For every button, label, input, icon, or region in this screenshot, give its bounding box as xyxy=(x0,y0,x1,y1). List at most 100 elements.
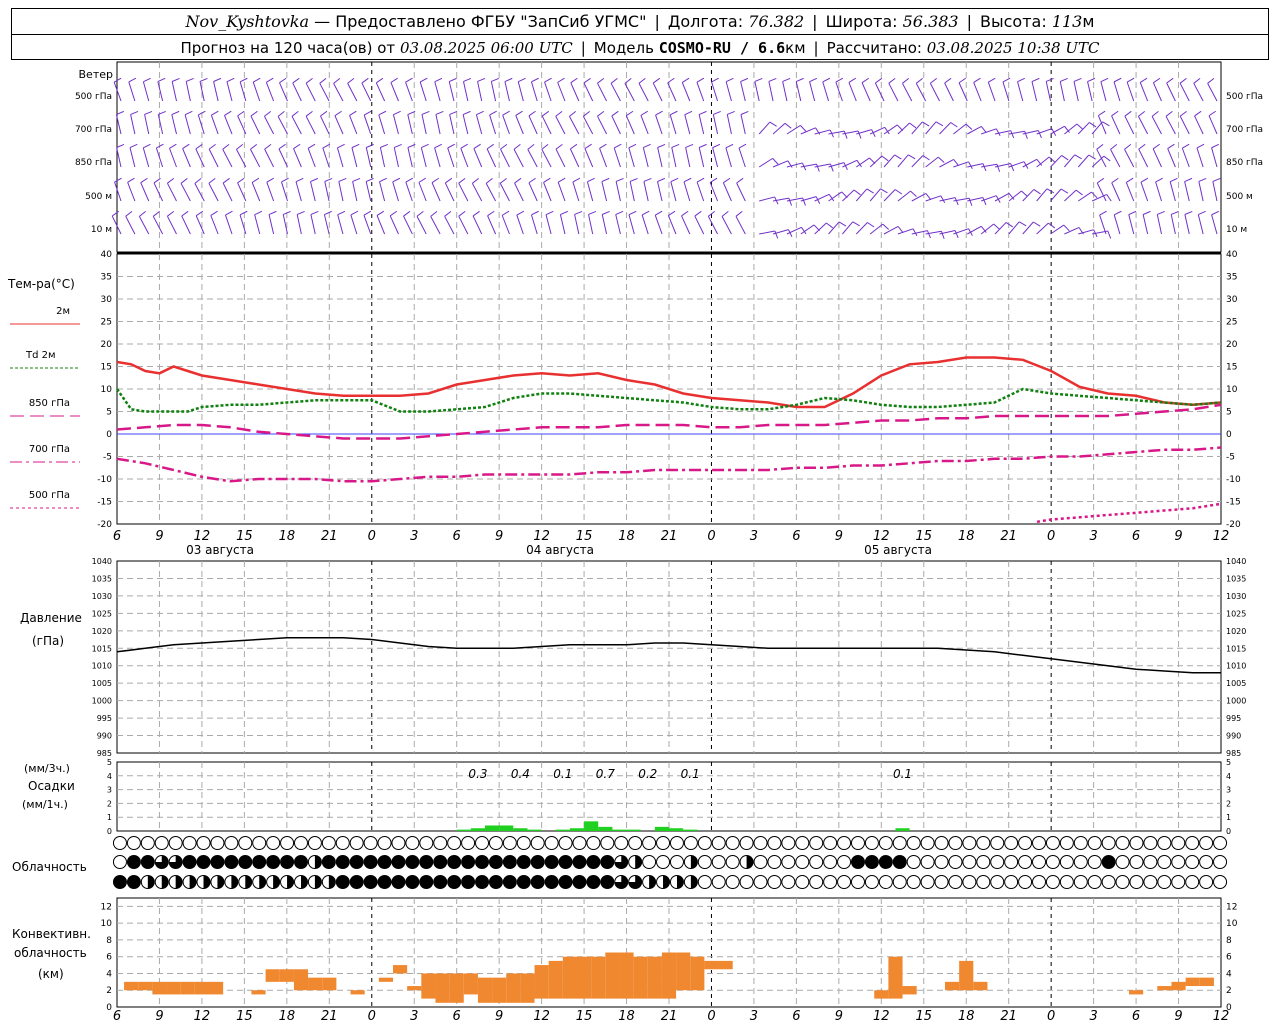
wind-barb-shaft xyxy=(194,183,205,202)
conv-bar xyxy=(577,956,592,999)
cloud-circle xyxy=(711,855,726,869)
wind-barb-flag xyxy=(1169,177,1178,183)
wind-barb-flag xyxy=(973,77,981,83)
temp-tick-left: 5 xyxy=(106,408,112,418)
cloud-circle xyxy=(600,836,615,850)
cloud-fill-full xyxy=(531,875,545,889)
wind-barb-shaft xyxy=(615,214,621,235)
cloud-circle xyxy=(990,875,1005,889)
cloud-fill-full xyxy=(572,855,586,869)
hour-label-bottom: 15 xyxy=(236,1009,253,1024)
conv-bar xyxy=(534,965,549,999)
precip-sum-label: 0.4 xyxy=(511,767,530,781)
day-label: 03 августа xyxy=(186,543,254,557)
wind-barb-flag xyxy=(826,222,834,229)
wind-barb-flag xyxy=(782,77,791,82)
cloud-fill-full xyxy=(475,875,489,889)
precip-bar xyxy=(584,821,599,831)
wind-barb-flag xyxy=(796,77,804,82)
wind-barb-shaft xyxy=(601,181,608,202)
cloud-circle xyxy=(1171,875,1186,889)
cloud-fill-full xyxy=(851,855,865,869)
wind-barb-flag xyxy=(222,177,230,184)
wind-barb-shaft xyxy=(1045,81,1052,102)
wind-barb-flag xyxy=(699,143,707,148)
wind-barb-flag xyxy=(638,77,646,84)
wind-barb-shaft xyxy=(736,182,746,202)
pressure-tick-right: 1035 xyxy=(1226,574,1246,583)
wind-barb-flag xyxy=(268,210,277,215)
wind-barb-flag xyxy=(694,210,702,217)
wind-barb-shaft xyxy=(530,81,538,102)
cloud-circle xyxy=(878,836,893,850)
wind-barb-flag xyxy=(1005,222,1014,228)
wind-level-label: 500 м xyxy=(85,192,112,202)
wind-barb-flag xyxy=(515,110,523,116)
wind-barb-flag xyxy=(297,210,305,215)
conv-tick-right: 0 xyxy=(1226,1003,1232,1013)
wind-barb-flag xyxy=(266,177,274,183)
temp-tick-right: 5 xyxy=(1226,408,1232,418)
wind-barb-flag xyxy=(953,159,959,166)
cloud-fill-full xyxy=(586,875,600,889)
wind-barb-shaft xyxy=(502,115,510,135)
cloud-circle xyxy=(1143,836,1158,850)
wind-barb-flag xyxy=(1194,110,1202,117)
wind-barb-shaft xyxy=(557,82,566,102)
hour-label-bottom: 21 xyxy=(321,1009,338,1024)
cloud-fill-full xyxy=(419,855,433,869)
wind-barb-shaft xyxy=(1139,82,1149,102)
temp-tick-left: -5 xyxy=(103,453,112,463)
cloud-circle xyxy=(976,855,991,869)
wind-barb-shaft xyxy=(1125,182,1135,202)
precip-tick-left: 3 xyxy=(107,786,112,795)
cloud-fill-full xyxy=(141,855,155,869)
wind-barb-flag xyxy=(1155,177,1163,183)
wind-barb-shaft xyxy=(1151,116,1162,135)
wind-barb-flag xyxy=(1060,188,1069,194)
wind-barb-flag xyxy=(774,230,779,239)
conv-bar xyxy=(619,952,634,999)
wind-barb-flag xyxy=(940,195,946,204)
cloud-circle xyxy=(739,836,754,850)
wind-barb-flag xyxy=(337,210,346,216)
cloud-circle xyxy=(878,875,893,889)
wind-barb-shaft xyxy=(319,83,330,102)
wind-barb-flag xyxy=(405,77,413,83)
wind-barb-flag xyxy=(1166,77,1174,84)
wind-barb-flag xyxy=(226,77,235,83)
cloud-fill-full xyxy=(419,875,433,889)
hour-label-bottom: 12 xyxy=(873,1009,890,1024)
wind-barb-flag xyxy=(968,198,973,206)
precip-tick-right: 1 xyxy=(1226,813,1231,822)
cloud-circle xyxy=(1032,836,1047,850)
wind-barb-shaft xyxy=(324,181,330,202)
wind-barb-shaft xyxy=(250,115,261,135)
wind-barb-shaft xyxy=(782,81,788,102)
wind-barb-flag xyxy=(894,189,903,195)
wind-barb-shaft xyxy=(185,81,191,102)
wind-barb-shaft xyxy=(1152,82,1162,102)
wind-barb-shaft xyxy=(911,121,923,135)
wind-barb-shaft xyxy=(874,82,885,102)
wind-barb-flag xyxy=(514,177,522,184)
wind-barb-shaft xyxy=(698,147,705,168)
conv-bar xyxy=(308,977,323,991)
hour-label: 9 xyxy=(155,529,163,544)
cloud-circle xyxy=(711,836,726,850)
wind-barb-flag xyxy=(853,189,861,196)
wind-barb-shaft xyxy=(378,114,386,135)
meteogram-chart: Ветер 500 гПа 500 гПа 700 гПа 700 гПа 850 гПа… xyxy=(7,61,1263,1024)
pressure-tick-left: 1005 xyxy=(92,679,112,688)
wind-barb-flag xyxy=(1165,111,1173,117)
wind-barb-shaft xyxy=(403,215,413,235)
wind-level-label: 500 гПа xyxy=(75,92,112,102)
wind-barb-shaft xyxy=(1059,81,1065,102)
wind-barb-flag xyxy=(236,144,244,150)
temp-tick-left: 40 xyxy=(101,250,113,260)
wind-barb-flag xyxy=(1211,210,1220,216)
wind-barb-flag xyxy=(1037,130,1042,139)
cloud-fill-half xyxy=(259,875,266,889)
cloud-circle xyxy=(433,836,448,850)
wind-barb-shaft xyxy=(861,82,871,102)
